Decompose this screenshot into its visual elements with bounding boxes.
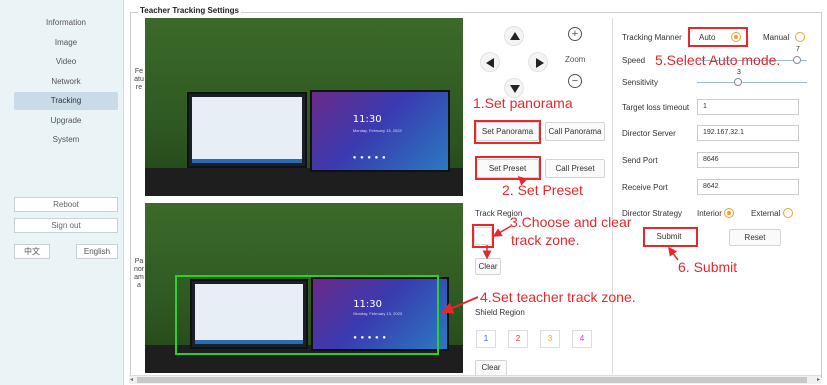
zoom-in-icon[interactable]: + <box>568 27 582 41</box>
highlight-auto-mode <box>688 27 748 47</box>
lang-english-button[interactable]: English <box>76 244 118 259</box>
arrow-down-icon <box>510 85 520 93</box>
external-radio[interactable] <box>783 208 793 218</box>
highlight-submit <box>643 227 698 247</box>
pan-up-button[interactable] <box>504 26 524 46</box>
director-server-label: Director Server <box>622 129 676 138</box>
pan-right-button[interactable] <box>528 52 548 72</box>
sidebar-item-tracking[interactable]: Tracking <box>14 92 118 110</box>
video-clock-date: Monday, February 13, 2023 <box>352 127 402 133</box>
panorama-label: Panorama <box>133 258 145 289</box>
feature-label: Feature <box>134 68 144 91</box>
zoom-label: Zoom <box>565 55 586 64</box>
shield-zone-4-button[interactable]: 4 <box>572 330 592 348</box>
sidebar-item-image[interactable]: Image <box>14 34 118 52</box>
panel-title: Teacher Tracking Settings <box>138 6 241 15</box>
step-5-note: 5.Select Auto mode. <box>655 52 781 68</box>
speed-value: 7 <box>796 46 800 53</box>
feature-video: 11:30 Monday, February 13, 2023 ● ● ● ● … <box>145 18 463 196</box>
left-monitor <box>187 92 307 168</box>
highlight-set-preset <box>475 156 541 180</box>
sidebar: Information Image Video Network Tracking… <box>0 0 124 385</box>
speed-label: Speed <box>622 56 646 65</box>
send-port-input[interactable]: 8646 <box>697 152 799 168</box>
shield-zone-1-label: 1 <box>483 334 489 343</box>
shield-zone-3-label: 3 <box>547 334 553 343</box>
sidebar-item-video[interactable]: Video <box>14 53 118 71</box>
call-preset-button[interactable]: Call Preset <box>545 159 605 178</box>
main-panel: Teacher Tracking Settings Feature Panora… <box>125 0 827 385</box>
tracking-manner-label: Tracking Manner <box>622 33 682 42</box>
sidebar-item-information[interactable]: Information <box>14 14 118 32</box>
scroll-left-icon[interactable]: ◂ <box>130 376 133 384</box>
send-port-label: Send Port <box>622 156 658 165</box>
step-6-note: 6. Submit <box>678 259 738 275</box>
zoom-out-icon[interactable]: − <box>568 74 582 88</box>
sensitivity-label: Sensitivity <box>622 78 659 87</box>
sensitivity-value: 3 <box>737 69 741 76</box>
target-loss-input[interactable]: 1 <box>697 99 799 115</box>
shield-zone-2-button[interactable]: 2 <box>508 330 528 348</box>
reboot-button[interactable]: Reboot <box>14 197 118 212</box>
target-loss-label: Target loss timeout <box>622 103 690 112</box>
shield-zone-2-label: 2 <box>515 334 521 343</box>
column-divider <box>612 18 613 374</box>
right-monitor: 11:30 Monday, February 13, 2023 ● ● ● ● … <box>310 90 450 172</box>
sign-out-button[interactable]: Sign out <box>14 218 118 233</box>
shield-zone-3-button[interactable]: 3 <box>540 330 560 348</box>
sidebar-item-system[interactable]: System <box>14 131 118 149</box>
shield-region-clear-button[interactable]: Clear <box>475 360 507 376</box>
highlight-track-region <box>472 224 494 248</box>
shield-region-label: Shield Region <box>475 308 525 317</box>
external-label: External <box>751 209 781 218</box>
scrollbar-thumb[interactable] <box>137 377 807 383</box>
interior-label: Interior <box>697 209 722 218</box>
sensitivity-slider-knob[interactable] <box>734 78 742 86</box>
receive-port-input[interactable]: 8642 <box>697 179 799 195</box>
track-zone-rect[interactable] <box>175 275 439 355</box>
arrow-right-icon <box>536 58 544 68</box>
shield-zone-4-label: 4 <box>579 334 585 343</box>
receive-port-label: Receive Port <box>622 183 668 192</box>
track-region-clear-button[interactable]: Clear <box>475 258 501 275</box>
scroll-right-icon[interactable]: ▸ <box>817 376 820 384</box>
sensitivity-slider-track[interactable] <box>697 82 807 83</box>
call-panorama-button[interactable]: Call Panorama <box>545 122 605 141</box>
panorama-video[interactable]: 11:30 Monday, February 13, 2023 ● ● ● ● … <box>145 203 463 373</box>
step-4-note: 4.Set teacher track zone. <box>480 289 636 305</box>
speed-slider-knob[interactable] <box>793 56 801 64</box>
step-3a-note: 3.Choose and clear <box>510 214 632 230</box>
sidebar-item-network[interactable]: Network <box>14 73 118 91</box>
manual-radio[interactable] <box>795 32 805 42</box>
lang-chinese-button[interactable]: 中文 <box>14 244 50 259</box>
pan-left-button[interactable] <box>480 52 500 72</box>
manual-label: Manual <box>763 33 790 42</box>
arrow-up-icon <box>510 32 520 40</box>
highlight-set-panorama <box>474 120 541 144</box>
step-1-note: 1.Set panorama <box>473 95 573 111</box>
step-2-note: 2. Set Preset <box>502 182 583 198</box>
horizontal-scrollbar[interactable]: ◂ ▸ <box>129 375 821 384</box>
director-server-input[interactable]: 192.167.32.1 <box>697 125 799 141</box>
arrow-left-icon <box>486 58 494 68</box>
reset-button[interactable]: Reset <box>729 229 781 246</box>
interior-radio[interactable] <box>724 208 734 218</box>
step-3b-note: track zone. <box>511 232 580 248</box>
shield-zone-1-button[interactable]: 1 <box>476 330 496 348</box>
sidebar-item-upgrade[interactable]: Upgrade <box>14 112 118 130</box>
video-clock: 11:30 <box>352 113 382 125</box>
